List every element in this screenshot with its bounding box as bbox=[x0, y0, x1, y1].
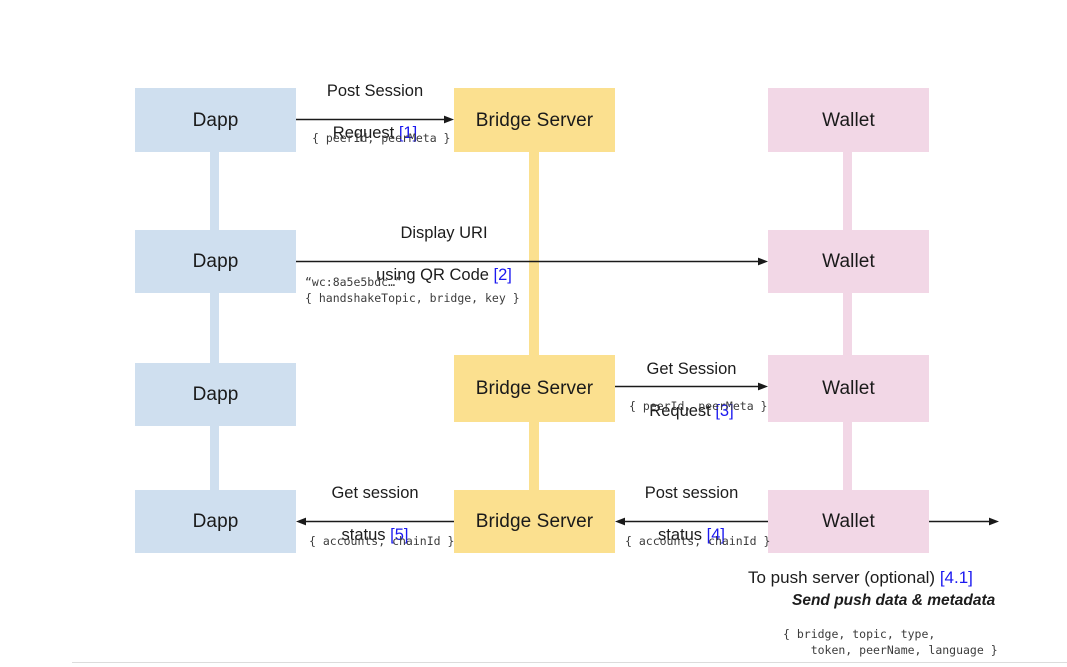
actor-label: Dapp bbox=[192, 511, 239, 532]
actor-box-dapp-row2[interactable]: Dapp bbox=[135, 230, 296, 293]
message-payload-4: { accounts, chainId } bbox=[625, 534, 771, 548]
arrow-wallet-to-push-server bbox=[929, 516, 999, 527]
lifeline-wallet bbox=[843, 148, 852, 494]
message-line-1: Post session bbox=[644, 483, 739, 502]
push-note-payload: { bridge, topic, type, token, peerName, … bbox=[783, 627, 998, 658]
footer-divider bbox=[72, 662, 1067, 663]
actor-box-wallet-row3[interactable]: Wallet bbox=[768, 355, 929, 422]
message-payload-5: { accounts, chainId } bbox=[309, 534, 455, 548]
actor-box-bridge-row3[interactable]: Bridge Server bbox=[454, 355, 615, 422]
actor-label: Wallet bbox=[822, 109, 875, 131]
actor-box-bridge-row4[interactable]: Bridge Server bbox=[454, 490, 615, 553]
actor-box-bridge-row1[interactable]: Bridge Server bbox=[454, 88, 615, 152]
actor-label: Dapp bbox=[192, 251, 239, 272]
actor-label: Dapp bbox=[192, 384, 239, 405]
actor-label: Dapp bbox=[192, 109, 239, 131]
actor-label: Bridge Server bbox=[475, 511, 594, 532]
push-note-title-text: To push server (optional) bbox=[748, 568, 940, 587]
actor-box-dapp-row3[interactable]: Dapp bbox=[135, 363, 296, 426]
actor-label: Wallet bbox=[822, 378, 875, 399]
message-line-1: Display URI bbox=[400, 223, 488, 242]
actor-box-wallet-row2[interactable]: Wallet bbox=[768, 230, 929, 293]
actor-label: Wallet bbox=[822, 251, 875, 272]
message-line-1: Get session bbox=[331, 483, 419, 502]
message-payload-1: { peerId, peerMeta } bbox=[312, 131, 451, 145]
actor-box-wallet-row4[interactable]: Wallet bbox=[768, 490, 929, 553]
actor-label: Wallet bbox=[822, 511, 875, 532]
message-payload-3: { peerId, peerMeta } bbox=[629, 399, 768, 413]
lifeline-bridge-lower bbox=[529, 422, 539, 494]
push-note-subtitle: Send push data & metadata bbox=[792, 592, 996, 609]
actor-box-wallet-row1[interactable]: Wallet bbox=[768, 88, 929, 152]
actor-box-dapp-row4[interactable]: Dapp bbox=[135, 490, 296, 553]
sequence-diagram-canvas: Dapp Bridge Server Wallet Dapp Wallet Da… bbox=[0, 0, 1067, 667]
lifeline-dapp bbox=[210, 148, 219, 494]
message-payload-2: “wc:8a5e5bdc…” { handshakeTopic, bridge,… bbox=[305, 275, 520, 306]
message-line-1: Post Session bbox=[326, 81, 424, 100]
actor-label: Bridge Server bbox=[475, 378, 594, 399]
step-number: [4.1] bbox=[939, 568, 973, 587]
message-line-1: Get Session bbox=[646, 359, 737, 378]
actor-label: Bridge Server bbox=[475, 109, 594, 131]
actor-box-dapp-row1[interactable]: Dapp bbox=[135, 88, 296, 152]
push-note-title: To push server (optional) [4.1] bbox=[748, 568, 973, 588]
